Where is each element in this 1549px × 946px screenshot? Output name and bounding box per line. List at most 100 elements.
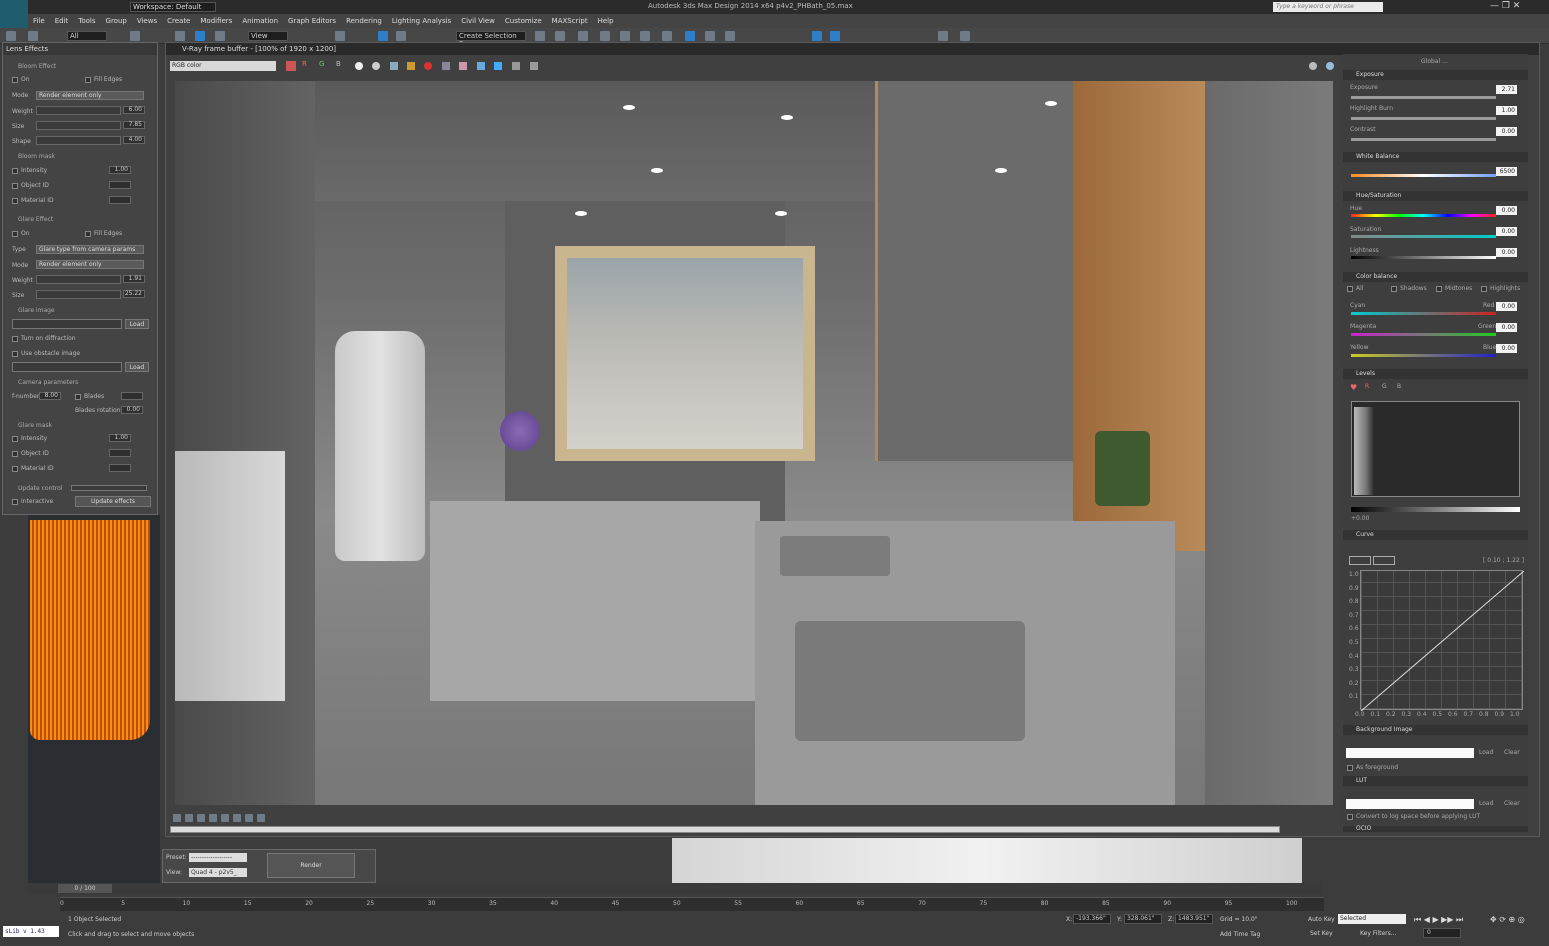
white-balance-slider[interactable] [1351,174,1496,177]
mirror-icon[interactable] [535,31,545,41]
cb-all-checkbox[interactable]: All [1347,285,1363,292]
exposure-icon[interactable] [197,814,205,822]
glare-intensity-value[interactable]: 1.00 [109,434,131,442]
levels-g-button[interactable]: G [1382,383,1387,390]
bloom-intensity-value[interactable]: 1.00 [109,166,131,174]
stop-icon[interactable] [1309,62,1317,70]
levels-r-button[interactable]: R [1365,383,1369,390]
contrast-slider[interactable] [1351,138,1496,141]
color-picker-icon[interactable] [286,61,296,71]
window-controls[interactable]: — ❐ ✕ [1490,1,1520,11]
auto-key-button[interactable]: Auto Key [1308,916,1335,923]
exposure-header[interactable]: Exposure [1343,70,1528,80]
white-balance-header[interactable]: White Balance [1343,152,1528,162]
bloom-objectid-value[interactable] [109,181,131,189]
undo-icon[interactable] [28,31,38,41]
curve-preset-button[interactable] [1349,556,1371,565]
xy-icon[interactable] [812,31,822,41]
mono-icon[interactable] [355,62,363,70]
update-effects-button[interactable]: Update effects [75,496,151,507]
key-filters-button[interactable]: Key Filters... [1360,930,1397,937]
cb-highlights-checkbox[interactable]: Highlights [1481,285,1520,292]
reference-coord-dropdown[interactable]: View [248,31,288,41]
render-last-icon[interactable] [530,62,538,70]
history-icon[interactable] [173,814,181,822]
bg-image-icon[interactable] [233,814,241,822]
render-button[interactable]: Render [267,853,355,878]
bloom-weight-value[interactable]: 6.00 [123,106,145,114]
curve-editor[interactable] [1360,570,1524,711]
navigation-controls[interactable]: ✥ ⟳ ⊕ ◎ [1490,915,1525,924]
render-icon[interactable] [725,31,735,41]
lightness-slider[interactable] [1351,256,1496,259]
percent-snap-icon[interactable] [396,31,406,41]
glare-materialid-checkbox[interactable]: Material ID [12,465,54,472]
bloom-size-value[interactable]: 7.85 [123,121,145,129]
curve-header[interactable]: Curve [1343,530,1528,540]
hue-value[interactable]: 0.00 [1496,206,1517,215]
playback-controls[interactable]: ⏮ ◀ ▶ ▶▶ ⏭ [1414,915,1463,925]
glare-weight-value[interactable]: 1.91 [123,275,145,283]
lut-load-button[interactable]: Load [1479,800,1493,807]
x-coordinate[interactable]: -193.366" [1073,914,1111,924]
menu-item[interactable]: File [33,14,45,28]
save-image-icon[interactable] [390,62,398,70]
y-coordinate[interactable]: 328.061" [1124,914,1162,924]
bloom-shape-slider[interactable] [36,136,121,145]
z-coordinate[interactable]: 1483.951" [1175,914,1213,924]
diffraction-checkbox[interactable]: Turn on diffraction [12,335,76,342]
glare-materialid-value[interactable] [109,464,131,472]
snap-icon[interactable] [335,31,345,41]
highlight-burn-slider[interactable] [1351,117,1496,120]
obstacle-load-button[interactable]: Load [125,362,149,372]
channel-dropdown[interactable]: RGB color [170,61,276,71]
lut-log-checkbox[interactable]: Convert to log space before applying LUT [1347,813,1480,820]
bloom-materialid-value[interactable] [109,196,131,204]
render-setup-icon[interactable] [685,31,695,41]
preset-dropdown[interactable]: ------------------- [189,853,247,862]
clear-image-icon[interactable] [424,62,432,70]
vray-icon[interactable] [960,31,970,41]
blades-rotation-value[interactable]: 0.00 [121,406,143,414]
glare-objectid-checkbox[interactable]: Object ID [12,450,49,457]
global-menu[interactable]: Global ... [1421,58,1448,65]
bloom-size-slider[interactable] [36,121,121,130]
glare-intensity-checkbox[interactable]: Intensity [12,435,47,442]
named-selection-dropdown[interactable]: Create Selection Se [456,31,526,48]
lut-icon[interactable] [245,814,253,822]
lightness-value[interactable]: 0.00 [1496,248,1517,257]
menu-item[interactable]: Animation [242,14,278,28]
rotate-icon[interactable] [215,31,225,41]
rendered-image[interactable] [175,81,1333,805]
glare-mode-dropdown[interactable]: Render element only [36,260,144,269]
angle-snap-icon[interactable] [378,31,388,41]
menu-item[interactable]: MAXScript [552,14,588,28]
white-balance-value[interactable]: 6500 [1496,167,1517,176]
bloom-objectid-checkbox[interactable]: Object ID [12,182,49,189]
glare-size-value[interactable]: 25.22 [123,290,145,298]
levels-b-button[interactable]: B [1397,383,1401,390]
lens-effects-icon[interactable] [185,814,193,822]
hue-saturation-header[interactable]: Hue/Saturation [1343,191,1528,201]
magenta-green-value[interactable]: 0.00 [1496,323,1517,332]
xy-plane-icon[interactable] [830,31,840,41]
highlight-burn-value[interactable]: 1.00 [1496,106,1517,115]
region-render-icon[interactable] [477,62,485,70]
key-mode-dropdown[interactable]: Selected [1338,914,1406,924]
cyan-red-value[interactable]: 0.00 [1496,302,1517,311]
curve-editor-icon[interactable] [620,31,630,41]
red-channel-button[interactable]: R [302,60,312,71]
glare-size-slider[interactable] [36,290,121,299]
load-image-icon[interactable] [407,62,415,70]
contrast-value[interactable]: 0.00 [1496,127,1517,136]
fnumber-value[interactable]: 8.00 [39,392,61,400]
app-logo-icon[interactable] [0,0,28,28]
menu-item[interactable]: Views [137,14,157,28]
schematic-icon[interactable] [640,31,650,41]
menu-item[interactable]: Edit [55,14,69,28]
glare-on-checkbox[interactable]: On [12,230,30,237]
menu-item[interactable]: Lighting Analysis [392,14,451,28]
select-region-icon[interactable] [130,31,140,41]
bloom-fill-edges-checkbox[interactable]: Fill Edges [85,76,122,83]
search-input[interactable]: Type a keyword or phrase [1273,2,1383,12]
